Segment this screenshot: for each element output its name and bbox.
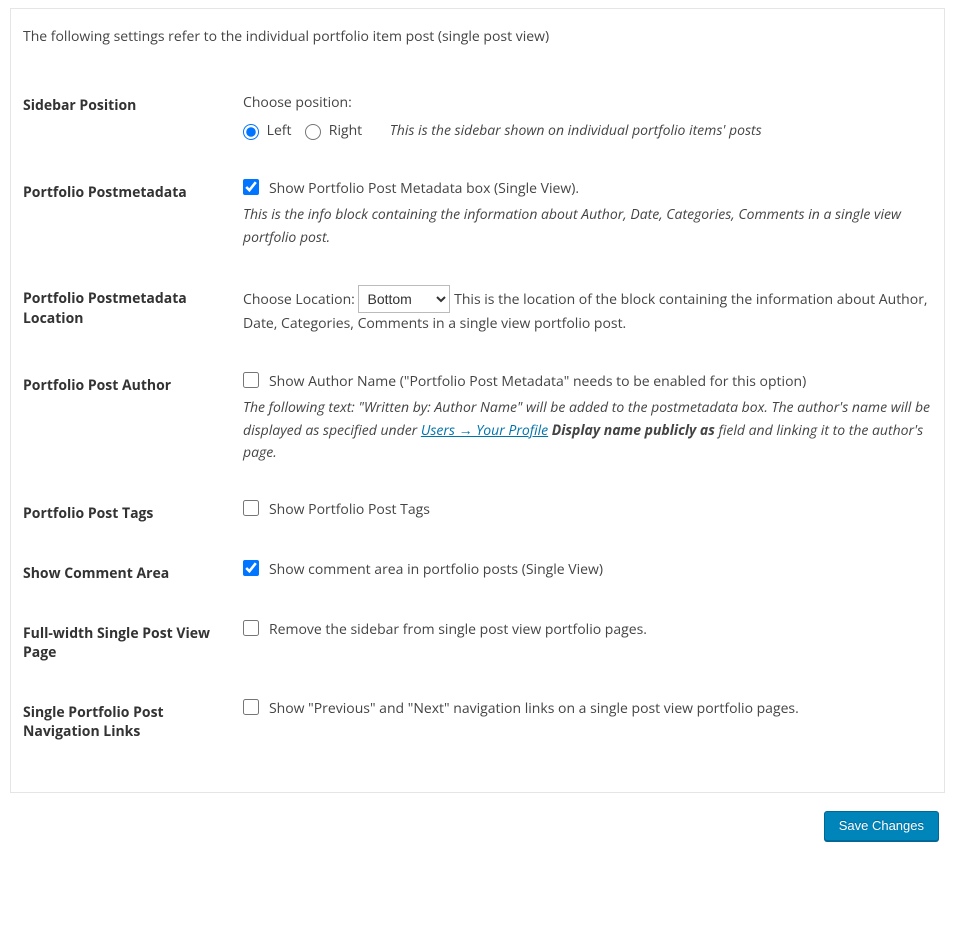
row-label-post-tags: Portfolio Post Tags xyxy=(23,484,243,544)
checkbox-postmetadata[interactable] xyxy=(243,179,259,195)
radio-right-text: Right xyxy=(329,121,362,140)
settings-panel: The following settings refer to the indi… xyxy=(10,8,945,793)
checkbox-post-author[interactable] xyxy=(243,372,259,388)
settings-form-table: Sidebar Position Choose position: Left R… xyxy=(23,76,932,762)
save-changes-button[interactable]: Save Changes xyxy=(824,811,939,841)
choose-position-label: Choose position: xyxy=(243,92,932,114)
checkbox-fullwidth-label: Remove the sidebar from single post view… xyxy=(269,620,647,640)
postmetadata-note: This is the info block containing the in… xyxy=(243,204,932,249)
choose-location-label: Choose Location: xyxy=(243,290,355,309)
radio-left-text: Left xyxy=(267,121,292,140)
post-author-note: The following text: "Written by: Author … xyxy=(243,397,932,464)
radio-right[interactable] xyxy=(305,124,321,140)
author-note-strong: Display name publicly as xyxy=(548,421,718,440)
radio-left-label[interactable]: Left xyxy=(243,121,295,140)
panel-intro: The following settings refer to the indi… xyxy=(23,27,932,46)
row-label-sidebar-position: Sidebar Position xyxy=(23,76,243,163)
radio-right-label[interactable]: Right xyxy=(305,121,366,140)
checkbox-postmetadata-label: Show Portfolio Post Metadata box (Single… xyxy=(269,179,579,199)
link-users-profile[interactable]: Users → Your Profile xyxy=(421,421,548,440)
checkbox-post-tags-label: Show Portfolio Post Tags xyxy=(269,500,430,520)
checkbox-post-tags[interactable] xyxy=(243,500,259,516)
sidebar-position-note: This is the sidebar shown on individual … xyxy=(390,121,762,140)
row-label-fullwidth: Full-width Single Post View Page xyxy=(23,604,243,683)
checkbox-fullwidth[interactable] xyxy=(243,620,259,636)
row-label-comment-area: Show Comment Area xyxy=(23,544,243,604)
checkbox-navlinks-label: Show "Previous" and "Next" navigation li… xyxy=(269,699,799,719)
checkbox-comment-area[interactable] xyxy=(243,560,259,576)
row-label-post-author: Portfolio Post Author xyxy=(23,356,243,485)
radio-left[interactable] xyxy=(243,124,259,140)
checkbox-post-author-label: Show Author Name ("Portfolio Post Metada… xyxy=(269,372,806,392)
row-label-navlinks: Single Portfolio Post Navigation Links xyxy=(23,683,243,762)
checkbox-navlinks[interactable] xyxy=(243,699,259,715)
row-label-postmetadata: Portfolio Postmetadata xyxy=(23,163,243,269)
select-postmetadata-location[interactable]: Bottom xyxy=(358,285,450,313)
row-label-postmetadata-location: Portfolio Postmetadata Location xyxy=(23,269,243,355)
checkbox-comment-area-label: Show comment area in portfolio posts (Si… xyxy=(269,560,603,580)
